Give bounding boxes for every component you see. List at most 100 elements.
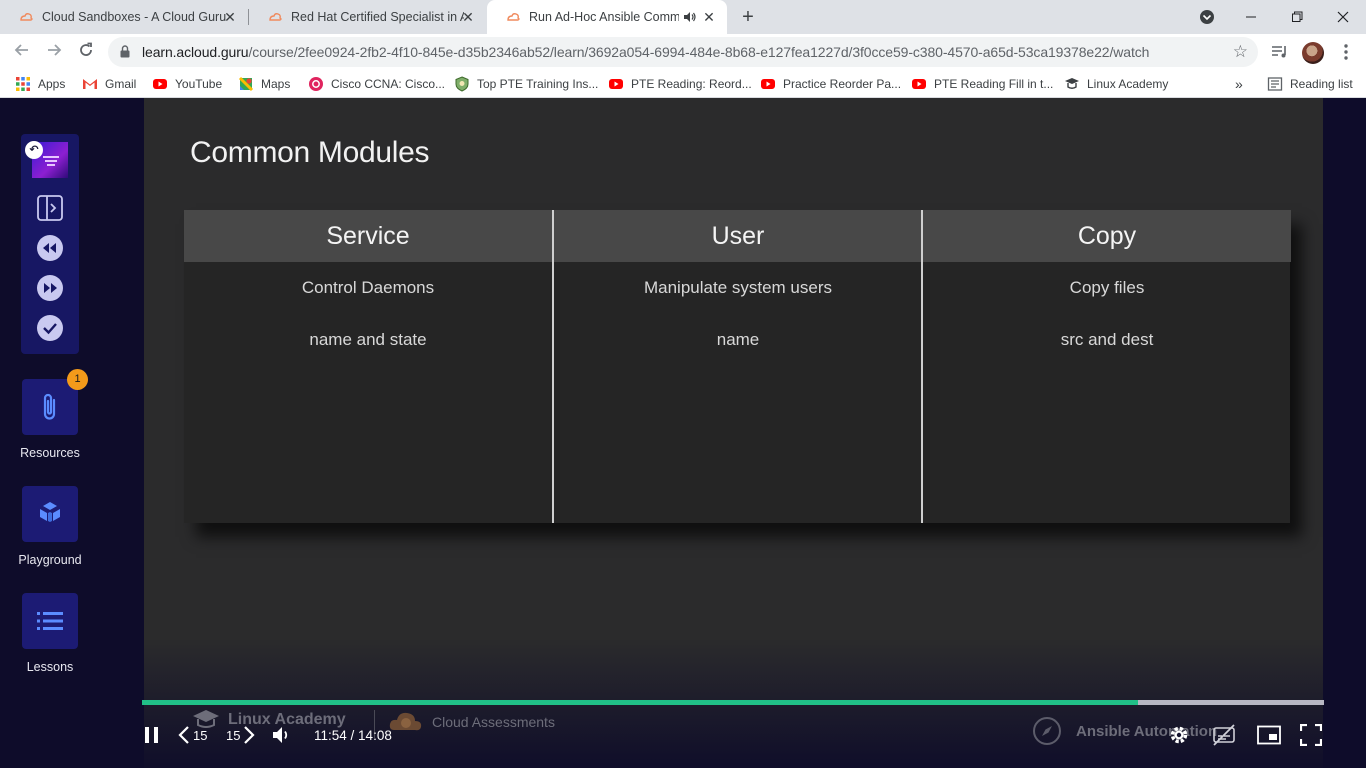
youtube-icon — [761, 79, 775, 89]
speaker-icon[interactable] — [683, 11, 697, 23]
forward-button[interactable] — [42, 40, 66, 64]
bookmark-pte-reading-reorder[interactable]: PTE Reading: Reord... — [608, 75, 752, 93]
playground-button[interactable] — [22, 486, 78, 542]
maps-icon — [238, 76, 254, 92]
bookmark-apps[interactable]: Apps — [15, 75, 65, 93]
reading-list-button[interactable]: Reading list — [1267, 75, 1353, 93]
arrow-left-icon — [14, 44, 28, 56]
bookmark-label: Maps — [261, 77, 291, 91]
previous-lesson-icon[interactable] — [36, 234, 64, 262]
resources-count-badge: 1 — [67, 369, 88, 390]
table-column-service: Service Control Daemons name and state — [184, 210, 552, 523]
close-tab-icon[interactable]: ✕ — [460, 9, 476, 25]
bookmark-cisco-ccna[interactable]: Cisco CCNA: Cisco... — [308, 75, 445, 93]
close-tab-icon[interactable]: ✕ — [701, 9, 717, 25]
forward-seconds: 15 — [226, 727, 241, 743]
tab-search-button[interactable] — [1184, 0, 1230, 34]
bookmark-practice-reorder[interactable]: Practice Reorder Pa... — [760, 75, 901, 93]
bookmark-pte-reading-fill[interactable]: PTE Reading Fill in t... — [911, 75, 1053, 93]
pause-button[interactable] — [144, 722, 160, 748]
url-host: learn.acloud.guru — [142, 44, 249, 60]
bookmark-label: Cisco CCNA: Cisco... — [331, 77, 446, 91]
pause-icon — [145, 727, 158, 743]
gear-icon — [1170, 726, 1188, 744]
column-parameters: name and state — [309, 330, 427, 349]
url-text: learn.acloud.guru/course/2fee0924-2fb2-4… — [142, 44, 1149, 60]
volume-button[interactable] — [272, 722, 292, 748]
progress-bar[interactable] — [142, 700, 1324, 705]
rewind-15-button[interactable]: 15 — [178, 722, 207, 748]
bookmark-linux-academy[interactable]: Linux Academy — [1064, 75, 1168, 93]
bookmark-youtube[interactable]: YouTube — [152, 75, 222, 93]
lessons-label: Lessons — [26, 660, 74, 674]
browser-tab-bar: Cloud Sandboxes - A Cloud Guru ✕ Red Hat… — [0, 0, 1366, 34]
mark-complete-icon[interactable] — [36, 314, 64, 342]
rewind-seconds: 15 — [193, 727, 208, 743]
bookmark-top-pte[interactable]: Top PTE Training Ins... — [454, 75, 598, 93]
tab-run-adhoc-ansible[interactable]: Run Ad-Hoc Ansible Comma ✕ — [487, 0, 727, 34]
acloudguru-cloud-icon — [507, 13, 520, 21]
reload-button[interactable] — [74, 40, 98, 64]
bookmark-maps[interactable]: Maps — [238, 75, 290, 93]
resources-label: Resources — [20, 446, 80, 460]
lessons-button[interactable] — [22, 593, 78, 649]
captions-off-button[interactable] — [1212, 722, 1236, 748]
cubes-icon — [40, 502, 60, 522]
address-bar[interactable]: learn.acloud.guru/course/2fee0924-2fb2-4… — [108, 37, 1258, 67]
forward-15-button[interactable]: 15 — [226, 722, 256, 748]
tab-cloud-sandboxes[interactable]: Cloud Sandboxes - A Cloud Guru ✕ — [0, 0, 248, 34]
bookmark-gmail[interactable]: Gmail — [82, 75, 136, 93]
profile-avatar[interactable] — [1302, 42, 1324, 64]
close-tab-icon[interactable]: ✕ — [222, 9, 238, 25]
chevron-right-icon — [244, 726, 256, 744]
lesson-controls-panel: ↶ — [21, 134, 79, 354]
current-time: 11:54 — [314, 728, 347, 743]
restore-button[interactable] — [1274, 0, 1320, 34]
course-art-icon — [43, 156, 59, 166]
linux-academy-icon — [1065, 78, 1079, 89]
picture-in-picture-icon — [1257, 725, 1281, 745]
bookmark-label: Apps — [38, 77, 66, 91]
picture-in-picture-button[interactable] — [1257, 722, 1281, 748]
back-button[interactable] — [10, 40, 34, 64]
cisco-icon — [309, 77, 323, 91]
captions-off-icon — [1213, 724, 1235, 746]
new-tab-button[interactable]: + — [737, 6, 759, 28]
back-to-course-icon[interactable]: ↶ — [25, 141, 43, 159]
bookmarks-bar: Apps Gmail YouTube Maps Cisco CCNA: Cisc… — [0, 70, 1366, 98]
toggle-sidebar-icon[interactable] — [36, 194, 64, 222]
playground-label: Playground — [18, 553, 82, 567]
arrow-right-icon — [48, 44, 62, 56]
list-icon — [37, 612, 63, 630]
course-player-page: ↶ 1 Resources Playground Lessons Common … — [0, 98, 1366, 768]
chevron-down-circle-icon — [1200, 10, 1214, 24]
media-queue-icon[interactable] — [1270, 42, 1290, 62]
url-path: /course/2fee0924-2fb2-4f10-845e-d35b2346… — [248, 44, 1150, 60]
minimize-button[interactable] — [1228, 0, 1274, 34]
fullscreen-button[interactable] — [1300, 722, 1322, 748]
tab-red-hat-specialist[interactable]: Red Hat Certified Specialist in An ✕ — [249, 0, 486, 34]
acloudguru-cloud-icon — [20, 13, 33, 21]
tab-title: Cloud Sandboxes - A Cloud Guru — [42, 10, 227, 24]
reading-list-icon — [1267, 77, 1283, 91]
column-description: Copy files — [1069, 278, 1145, 297]
settings-button[interactable] — [1168, 722, 1190, 748]
close-window-button[interactable] — [1320, 0, 1366, 34]
tab-title: Run Ad-Hoc Ansible Comma — [529, 10, 679, 24]
reading-list-label: Reading list — [1290, 77, 1353, 91]
total-time: 14:08 — [358, 728, 392, 743]
more-bookmarks-button[interactable]: » — [1235, 75, 1243, 93]
acloudguru-cloud-icon — [269, 13, 282, 21]
gmail-icon — [83, 79, 97, 89]
bookmark-star-icon[interactable]: ☆ — [1233, 42, 1248, 62]
column-header: Copy — [923, 210, 1291, 262]
time-display: 11:54 / 14:08 — [314, 728, 392, 743]
chevron-left-icon — [178, 726, 189, 744]
bookmark-label: Practice Reorder Pa... — [783, 77, 902, 91]
kebab-menu-icon[interactable] — [1336, 42, 1356, 62]
next-lesson-icon[interactable] — [36, 274, 64, 302]
paperclip-icon — [43, 393, 56, 420]
column-parameters: src and dest — [1060, 330, 1154, 349]
minimize-icon — [1246, 16, 1256, 18]
video-frame[interactable]: Common Modules Service Control Daemons n… — [144, 98, 1323, 768]
